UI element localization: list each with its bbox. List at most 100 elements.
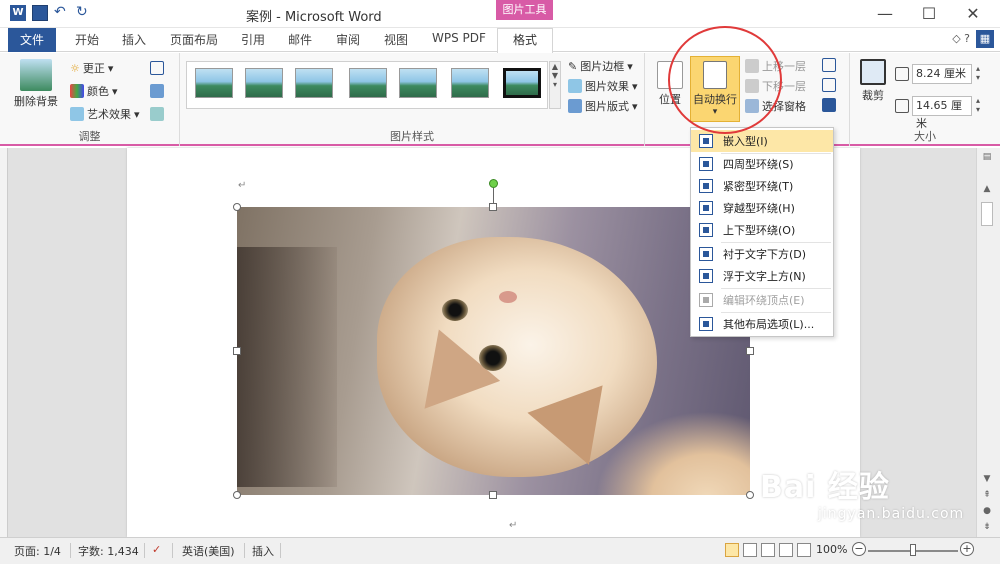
scroll-up-icon[interactable]: ▲ bbox=[981, 184, 993, 194]
group-adjust: 删除背景 ☼ 更正 ▾ 颜色 ▾ 艺术效果 ▾ 调整 bbox=[0, 53, 180, 146]
tab-insert[interactable]: 插入 bbox=[122, 31, 146, 48]
menu-item-through[interactable]: 穿越型环绕(H) bbox=[691, 197, 833, 219]
compress-pictures-icon[interactable] bbox=[150, 61, 164, 75]
vertical-scrollbar[interactable]: ▤ ▲ ▼ ⇞ ● ⇟ bbox=[976, 148, 1000, 537]
zoom-slider-thumb[interactable] bbox=[910, 544, 916, 556]
save-icon[interactable] bbox=[32, 5, 48, 21]
style-thumbnail[interactable] bbox=[295, 68, 333, 98]
ruler-toggle-icon[interactable]: ▤ bbox=[981, 152, 993, 162]
resize-handle[interactable] bbox=[489, 491, 497, 499]
tab-references[interactable]: 引用 bbox=[241, 31, 265, 48]
gallery-scroll[interactable]: ▲ ▼ ▾ bbox=[549, 61, 561, 109]
word-count[interactable]: 字数: 1,434 bbox=[78, 543, 139, 559]
reset-picture-icon[interactable] bbox=[150, 107, 164, 121]
undo-icon[interactable]: ↶ bbox=[54, 5, 70, 21]
style-thumbnail[interactable] bbox=[195, 68, 233, 98]
tab-wps-pdf[interactable]: WPS PDF bbox=[432, 31, 486, 45]
color-icon bbox=[70, 84, 84, 98]
change-picture-icon[interactable] bbox=[150, 84, 164, 98]
tab-home[interactable]: 开始 bbox=[75, 31, 99, 48]
tab-file[interactable]: 文件 bbox=[8, 28, 56, 52]
full-screen-reading-view-icon[interactable] bbox=[743, 543, 757, 557]
picture-tools-header: 图片工具 bbox=[496, 0, 553, 20]
menu-item-inline[interactable]: 嵌入型(I) bbox=[691, 130, 833, 152]
maximize-button[interactable]: ☐ bbox=[914, 4, 944, 23]
next-page-icon[interactable]: ⇟ bbox=[981, 522, 993, 532]
close-button[interactable]: ✕ bbox=[958, 4, 988, 23]
group-icon[interactable] bbox=[822, 78, 836, 92]
color-button[interactable]: 颜色 ▾ bbox=[70, 83, 118, 99]
redo-icon[interactable]: ↻ bbox=[76, 5, 92, 21]
zoom-out-button[interactable]: − bbox=[852, 542, 866, 556]
crop-button[interactable]: 裁剪 bbox=[856, 59, 890, 103]
status-separator bbox=[280, 543, 281, 558]
style-thumbnail[interactable] bbox=[503, 68, 541, 98]
tab-page-layout[interactable]: 页面布局 bbox=[170, 31, 218, 48]
paragraph-mark: ↵ bbox=[509, 520, 518, 531]
picture-effects-button[interactable]: 图片效果 ▾ bbox=[568, 78, 638, 94]
height-input[interactable]: 8.24 厘米 bbox=[912, 64, 972, 84]
scroll-down-icon[interactable]: ▼ bbox=[981, 474, 993, 484]
resize-handle[interactable] bbox=[233, 203, 241, 211]
rotate-icon[interactable] bbox=[822, 98, 836, 112]
selected-picture[interactable] bbox=[237, 207, 750, 495]
menu-item-square[interactable]: 四周型环绕(S) bbox=[691, 153, 833, 175]
menu-item-in-front-of-text[interactable]: 浮于文字上方(N) bbox=[691, 265, 833, 287]
height-spinner[interactable]: ▴ ▾ bbox=[973, 64, 983, 82]
menu-item-behind-text[interactable]: 衬于文字下方(D) bbox=[691, 243, 833, 265]
resize-handle[interactable] bbox=[746, 491, 754, 499]
browse-object-icon[interactable]: ● bbox=[981, 506, 993, 516]
width-input[interactable]: 14.65 厘米 bbox=[912, 96, 972, 130]
previous-page-icon[interactable]: ⇞ bbox=[981, 490, 993, 500]
annotation-circle bbox=[668, 26, 782, 134]
style-thumbnail[interactable] bbox=[451, 68, 489, 98]
ribbon-tools-icon[interactable]: ▦ bbox=[976, 30, 994, 48]
edit-wrap-points-icon bbox=[699, 293, 713, 307]
menu-item-edit-wrap-points[interactable]: 编辑环绕顶点(E) bbox=[691, 289, 833, 311]
minimize-button[interactable]: — bbox=[870, 4, 900, 23]
menu-item-more-layout-options[interactable]: 其他布局选项(L)... bbox=[691, 313, 833, 335]
resize-handle[interactable] bbox=[489, 203, 497, 211]
style-thumbnail[interactable] bbox=[245, 68, 283, 98]
resize-handle[interactable] bbox=[233, 491, 241, 499]
proofing-icon[interactable]: ✓ bbox=[152, 543, 161, 556]
artistic-effects-icon bbox=[70, 107, 84, 121]
status-separator bbox=[172, 543, 173, 558]
picture-layout-button[interactable]: 图片版式 ▾ bbox=[568, 98, 638, 114]
style-thumbnail[interactable] bbox=[349, 68, 387, 98]
more-layout-options-icon bbox=[699, 317, 713, 331]
rotation-handle[interactable] bbox=[489, 179, 498, 188]
page-count[interactable]: 页面: 1/4 bbox=[14, 543, 61, 559]
word-app-icon[interactable]: W bbox=[10, 5, 26, 21]
help-icon[interactable]: ◇ ? bbox=[952, 32, 970, 45]
baidu-watermark: Bai 经验 jingyan.baidu.com bbox=[760, 462, 964, 522]
title-bar: W ↶ ↻ 案例 - Microsoft Word 图片工具 — ☐ ✕ bbox=[0, 0, 1000, 28]
scroll-thumb[interactable] bbox=[981, 202, 993, 226]
align-icon[interactable] bbox=[822, 58, 836, 72]
insert-mode-indicator[interactable]: 插入 bbox=[252, 543, 274, 559]
tab-format[interactable]: 格式 bbox=[497, 28, 553, 53]
style-thumbnail[interactable] bbox=[399, 68, 437, 98]
corrections-button[interactable]: ☼ 更正 ▾ bbox=[70, 60, 113, 76]
in-front-of-text-icon bbox=[699, 269, 713, 283]
zoom-level[interactable]: 100% bbox=[816, 543, 847, 556]
tab-review[interactable]: 审阅 bbox=[336, 31, 360, 48]
menu-item-tight[interactable]: 紧密型环绕(T) bbox=[691, 175, 833, 197]
remove-background-button[interactable]: 删除背景 bbox=[10, 59, 62, 109]
through-wrap-icon bbox=[699, 201, 713, 215]
resize-handle[interactable] bbox=[746, 347, 754, 355]
zoom-in-button[interactable]: + bbox=[960, 542, 974, 556]
vertical-ruler bbox=[0, 148, 8, 537]
width-spinner[interactable]: ▴ ▾ bbox=[973, 96, 983, 114]
language-indicator[interactable]: 英语(美国) bbox=[182, 543, 235, 559]
picture-border-button[interactable]: ✎ 图片边框 ▾ bbox=[568, 58, 633, 74]
draft-view-icon[interactable] bbox=[797, 543, 811, 557]
menu-item-top-bottom[interactable]: 上下型环绕(O) bbox=[691, 219, 833, 241]
outline-view-icon[interactable] bbox=[779, 543, 793, 557]
artistic-effects-button[interactable]: 艺术效果 ▾ bbox=[70, 106, 140, 122]
web-layout-view-icon[interactable] bbox=[761, 543, 775, 557]
resize-handle[interactable] bbox=[233, 347, 241, 355]
tab-view[interactable]: 视图 bbox=[384, 31, 408, 48]
print-layout-view-icon[interactable] bbox=[725, 543, 739, 557]
tab-mailings[interactable]: 邮件 bbox=[288, 31, 312, 48]
